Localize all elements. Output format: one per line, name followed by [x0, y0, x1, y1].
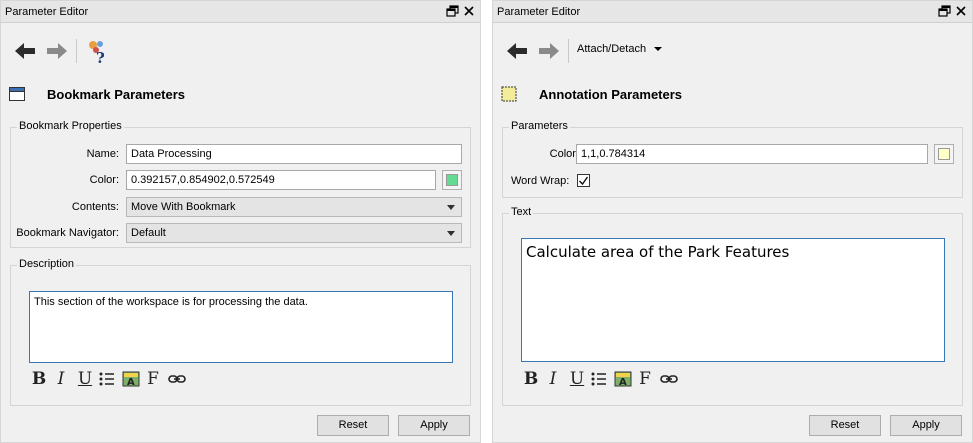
reset-button[interactable]: Reset — [809, 415, 881, 436]
color-picker-button[interactable] — [934, 144, 954, 164]
forward-arrow-icon[interactable] — [537, 40, 561, 62]
svg-text:A: A — [127, 377, 135, 388]
back-arrow-icon[interactable] — [13, 40, 37, 62]
underline-icon[interactable]: U — [567, 368, 587, 390]
group-legend: Text — [509, 206, 534, 218]
panel-title: Parameter Editor — [497, 6, 581, 18]
forward-arrow-icon[interactable] — [45, 40, 69, 62]
name-label: Name: — [86, 148, 119, 160]
close-icon[interactable] — [954, 4, 968, 18]
description-textarea[interactable]: This section of the workspace is for pro… — [29, 291, 453, 363]
format-toolbar: B I U A F — [29, 368, 229, 390]
italic-icon[interactable]: I — [51, 368, 71, 390]
page-title: Bookmark Parameters — [47, 87, 186, 102]
underline-icon[interactable]: U — [75, 368, 95, 390]
bold-icon[interactable]: B — [521, 368, 541, 390]
bookmark-icon — [9, 86, 25, 102]
dropdown-arrow-icon — [447, 231, 455, 236]
svg-text:?: ? — [96, 49, 105, 65]
dropdown-arrow-icon — [447, 205, 455, 210]
name-field[interactable]: Data Processing — [126, 144, 462, 164]
checkmark-icon — [579, 176, 589, 186]
page-title: Annotation Parameters — [539, 87, 683, 102]
group-legend: Bookmark Properties — [17, 120, 124, 132]
titlebar: Parameter Editor — [493, 1, 972, 23]
link-icon[interactable] — [167, 368, 187, 390]
link-icon[interactable] — [659, 368, 679, 390]
attach-detach-dropdown[interactable]: Attach/Detach — [577, 43, 663, 61]
bullet-list-icon[interactable] — [97, 368, 117, 390]
font-icon[interactable]: F — [635, 368, 655, 390]
group-legend: Parameters — [509, 120, 570, 132]
back-arrow-icon[interactable] — [505, 40, 529, 62]
bookmark-properties-group: Bookmark Properties Name: Data Processin… — [10, 120, 471, 248]
format-toolbar: B I U A F — [521, 368, 721, 390]
contents-value: Move With Bookmark — [131, 201, 236, 213]
color-picker-button[interactable] — [442, 170, 462, 190]
svg-text:A: A — [619, 377, 627, 388]
highlight-color-icon[interactable]: A — [613, 368, 633, 390]
apply-button[interactable]: Apply — [890, 415, 962, 436]
annotation-textarea[interactable]: Calculate area of the Park Features — [521, 238, 945, 362]
reset-button[interactable]: Reset — [317, 415, 389, 436]
float-window-icon[interactable] — [938, 4, 952, 18]
apply-button[interactable]: Apply — [398, 415, 470, 436]
color-label: Color: — [549, 148, 579, 160]
navigator-value: Default — [131, 227, 166, 239]
dropdown-arrow-icon — [654, 47, 663, 52]
font-icon[interactable]: F — [143, 368, 163, 390]
description-group: Description This section of the workspac… — [10, 258, 471, 406]
wordwrap-label: Word Wrap: — [511, 175, 570, 187]
color-field[interactable]: 0.392157,0.854902,0.572549 — [126, 170, 436, 190]
navigator-label: Bookmark Navigator: — [16, 227, 119, 239]
wordwrap-checkbox[interactable] — [577, 174, 590, 187]
color-swatch — [446, 174, 458, 186]
highlight-color-icon[interactable]: A — [121, 368, 141, 390]
italic-icon[interactable]: I — [543, 368, 563, 390]
toolbar-separator — [568, 39, 569, 63]
toolbar: ? — [1, 31, 480, 71]
contents-label: Contents: — [71, 201, 119, 213]
parameters-group: Parameters Color: 1,1,0.784314 Word Wrap… — [502, 120, 963, 198]
attach-detach-label: Attach/Detach — [577, 43, 647, 55]
text-group: Text Calculate area of the Park Features… — [502, 206, 963, 406]
bold-icon[interactable]: B — [29, 368, 49, 390]
color-field[interactable]: 1,1,0.784314 — [576, 144, 928, 164]
toolbar: Attach/Detach — [493, 31, 972, 71]
parameter-editor-left: Parameter Editor ? Bookmark Parameters B… — [0, 0, 481, 443]
bullet-list-icon[interactable] — [589, 368, 609, 390]
contents-dropdown[interactable]: Move With Bookmark — [126, 197, 462, 217]
color-swatch — [938, 148, 950, 160]
group-legend: Description — [17, 258, 77, 270]
float-window-icon[interactable] — [446, 4, 460, 18]
navigator-dropdown[interactable]: Default — [126, 223, 462, 243]
help-icon[interactable]: ? — [83, 37, 111, 67]
titlebar: Parameter Editor — [1, 1, 480, 23]
panel-title: Parameter Editor — [5, 6, 89, 18]
color-label: Color: — [89, 174, 119, 186]
parameter-editor-right: Parameter Editor Attach/Detach Annotatio… — [492, 0, 973, 443]
close-icon[interactable] — [462, 4, 476, 18]
annotation-icon — [501, 86, 517, 102]
toolbar-separator — [76, 39, 77, 63]
